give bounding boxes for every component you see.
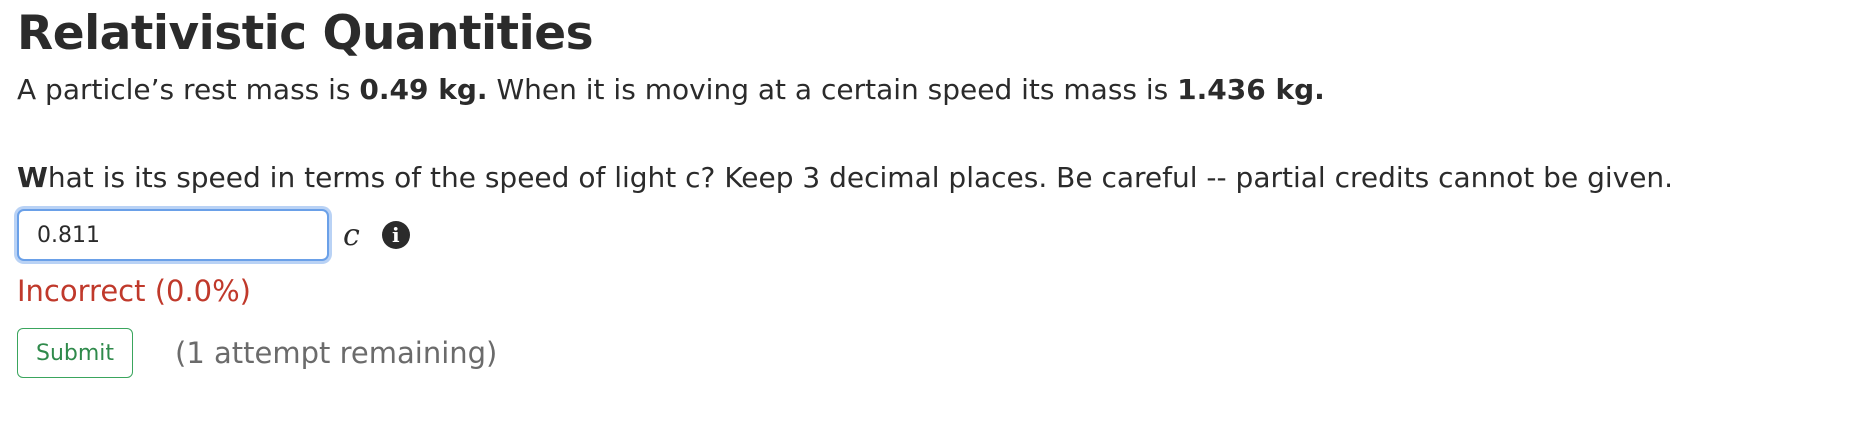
problem-title: Relativistic Quantities — [17, 6, 594, 61]
question-body: hat is its speed in terms of the speed o… — [47, 161, 1674, 194]
answer-unit: c — [343, 217, 360, 253]
question-text: What is its speed in terms of the speed … — [17, 158, 1673, 198]
answer-input[interactable] — [17, 209, 329, 261]
submit-button[interactable]: Submit — [17, 328, 134, 378]
statement-text-2: When it is moving at a certain speed its… — [487, 73, 1178, 106]
question-first-letter: W — [17, 161, 48, 194]
moving-mass-value: 1.436 kg. — [1177, 73, 1325, 106]
problem-statement: A particle’s rest mass is 0.49 kg. When … — [17, 70, 1325, 110]
answer-row: c i — [17, 209, 410, 261]
rest-mass-value: 0.49 kg. — [359, 73, 488, 106]
attempts-remaining: (1 attempt remaining) — [175, 336, 498, 370]
submit-row: Submit (1 attempt remaining) — [17, 328, 497, 378]
feedback-incorrect: Incorrect (0.0%) — [17, 274, 251, 308]
info-circle-icon[interactable]: i — [381, 221, 410, 249]
statement-text-1: A particle’s rest mass is — [17, 73, 360, 106]
